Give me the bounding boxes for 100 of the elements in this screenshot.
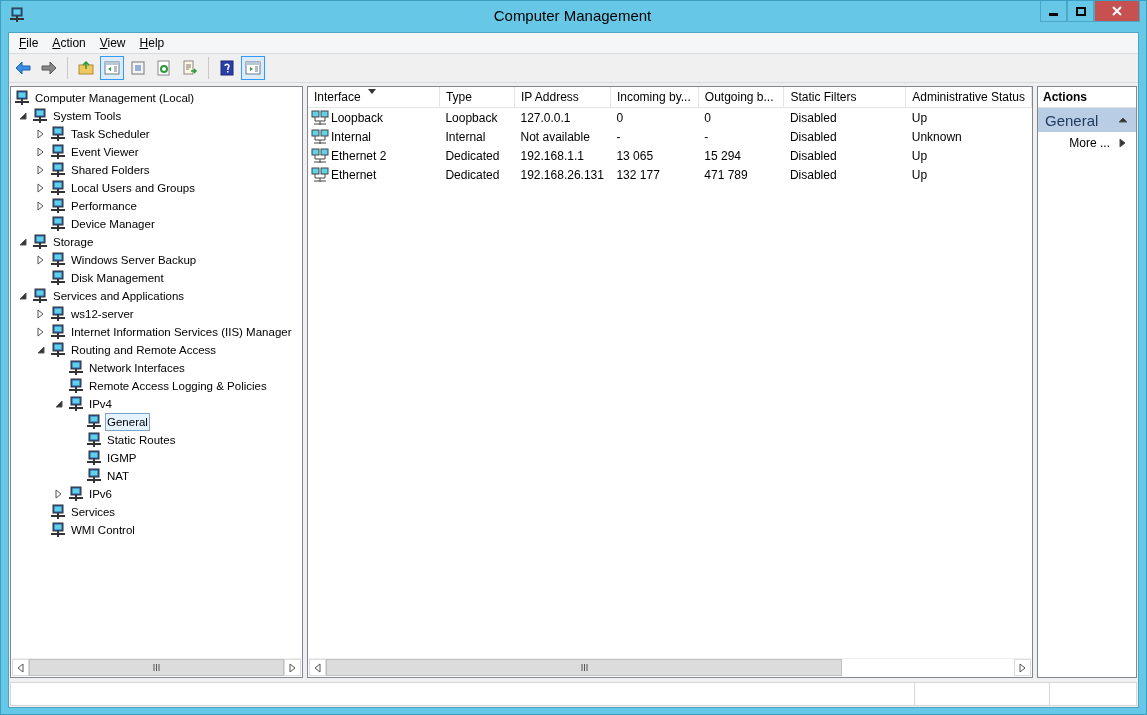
horizontal-scrollbar[interactable] [309,658,1031,676]
minimize-button[interactable] [1040,1,1067,22]
network-icon [311,128,329,145]
pane-icon [104,60,120,76]
tree-item[interactable]: Event Viewer [69,143,141,161]
table-cell: Internal [445,129,486,144]
computer-icon [68,378,84,394]
menu-item[interactable]: Help [132,36,172,50]
tree-item[interactable]: Services and Applications [51,287,187,305]
column-header[interactable]: Outgoing b... [698,87,784,108]
table-cell: 127.0.0.1 [520,110,571,125]
tree-item[interactable]: NAT [105,467,132,485]
computer-icon [68,486,84,502]
tree-item[interactable]: IPv6 [87,485,114,503]
close-button[interactable] [1094,1,1140,22]
computer-icon [50,324,66,340]
computer-icon [32,234,48,250]
computer-icon [50,252,66,268]
table-cell: Disabled [789,129,837,144]
tree-item[interactable]: WMI Control [69,521,137,539]
horizontal-scrollbar[interactable] [12,658,301,676]
tree-item[interactable]: Internet Information Services (IIS) Manager [69,323,294,341]
tree-item[interactable]: Windows Server Backup [69,251,199,269]
tree-item[interactable]: Local Users and Groups [69,179,197,197]
tree-item[interactable]: Storage [51,233,96,251]
column-header[interactable]: Administrative Status [905,87,1032,108]
action-link[interactable]: More ... [1069,136,1110,150]
computer-icon [50,216,66,232]
table-cell: 192.168.26.131 [520,167,604,182]
column-header[interactable]: Static Filters [783,87,906,108]
menu-item[interactable]: View [92,36,133,50]
tree-item[interactable]: Remote Access Logging & Policies [87,377,269,395]
actions-section-header[interactable]: General [1038,108,1136,132]
column-header[interactable]: Incoming by... [610,87,699,108]
tree-item[interactable]: Static Routes [105,431,178,449]
submenu-arrow-icon [1118,138,1128,148]
table-cell: - [704,129,709,144]
scrollbar-thumb[interactable] [29,659,284,676]
computer-icon [68,396,84,412]
chevron-left-icon [312,662,323,673]
help-icon [219,60,235,76]
tree-item[interactable]: Network Interfaces [87,359,187,377]
tree-item[interactable]: Shared Folders [69,161,152,179]
pane-icon [245,60,261,76]
menu-item[interactable]: Action [45,36,93,50]
sort-arrow-icon [368,89,376,94]
table-cell: 471 789 [704,167,748,182]
table-cell: Up [911,148,928,163]
network-icon [311,109,329,126]
properties-icon [130,60,146,76]
scroll-right-button[interactable] [284,659,301,676]
collapse-arrow-icon [36,345,46,355]
scroll-left-button[interactable] [309,659,326,676]
column-header[interactable]: Interface [308,87,440,108]
computer-icon [50,342,66,358]
tree-item[interactable]: IGMP [105,449,139,467]
table-cell: 13 065 [616,148,654,163]
minimize-icon [1049,12,1058,16]
scroll-left-button[interactable] [12,659,29,676]
table-cell[interactable]: Ethernet 2 [331,148,387,163]
computer-icon [50,144,66,160]
computer-icon [50,162,66,178]
tree-item[interactable]: ws12-server [69,305,136,323]
computer-icon [86,450,102,466]
table-cell: Up [911,110,928,125]
grip-icon [153,664,160,671]
tree-item[interactable]: Device Manager [69,215,157,233]
menu-item[interactable]: File [12,36,46,50]
scrollbar-thumb[interactable] [326,659,842,676]
computer-icon [50,522,66,538]
tree-item[interactable]: System Tools [51,107,124,125]
computer-icon [50,180,66,196]
tree-item[interactable]: Computer Management (Local) [33,89,197,107]
network-icon [311,166,329,183]
tree-item[interactable]: Services [69,503,118,521]
table-cell: Not available [520,129,590,144]
table-cell: Disabled [789,148,837,163]
tree-item[interactable]: Task Scheduler [69,125,152,143]
forward-arrow-icon [41,60,57,76]
computer-icon [50,198,66,214]
table-cell[interactable]: Internal [331,129,372,144]
export-list-icon [182,60,198,76]
tree-item[interactable]: Performance [69,197,139,215]
table-cell[interactable]: Loopback [331,110,384,125]
table-cell: 0 [704,110,711,125]
scroll-right-button[interactable] [1014,659,1031,676]
column-header[interactable]: IP Address [514,87,611,108]
folder-icon [78,60,94,76]
tree-item[interactable]: IPv4 [87,395,114,413]
tree-item[interactable]: Disk Management [69,269,166,287]
table-cell: Disabled [789,110,837,125]
chevron-right-icon [287,662,298,673]
table-cell[interactable]: Ethernet [331,167,377,182]
grip-icon [580,664,588,671]
computer-icon [50,270,66,286]
close-icon [1112,6,1122,16]
column-header[interactable]: Type [439,87,515,108]
tree-item[interactable]: General [105,413,150,431]
tree-item[interactable]: Routing and Remote Access [69,341,219,359]
maximize-button[interactable] [1067,1,1094,22]
